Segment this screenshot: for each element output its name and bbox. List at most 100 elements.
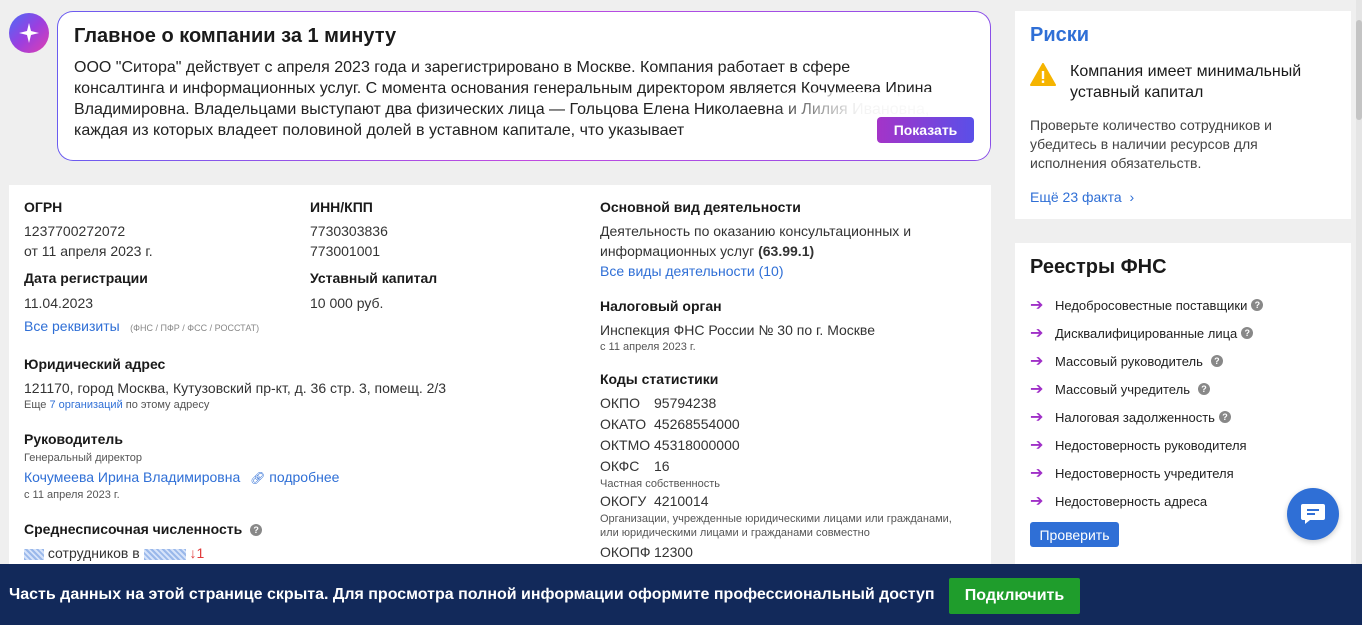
hidden-value-blob	[24, 548, 44, 560]
page-scrollbar[interactable]	[1356, 0, 1362, 625]
ogrn-label: ОГРН	[24, 199, 63, 215]
fns-item-label: Недостоверность учредителя	[1055, 465, 1234, 481]
risk-description: Проверьте количество сотрудников и убеди…	[1030, 117, 1272, 171]
okato-row: ОКАТО 45268554000	[600, 414, 980, 435]
help-icon[interactable]: ?	[1218, 411, 1231, 423]
fns-item-mass-director[interactable]: ➔ Массовый руководитель?	[1030, 347, 1336, 375]
all-requisites-row: Все реквизиты (ФНС / ПФР / ФСС / РОССТАТ…	[24, 316, 584, 336]
director-row: Кочумеева Ирина Владимировна 🔗︎ подробне…	[24, 467, 584, 488]
okogu-row: ОКОГУ 4210014	[600, 491, 980, 512]
help-icon[interactable]: ?	[1241, 327, 1254, 339]
okato-value: 45268554000	[654, 416, 740, 432]
okopf-value: 12300	[654, 544, 693, 560]
arrow-right-icon: ➔	[1030, 465, 1044, 482]
all-activities-link[interactable]: Все виды деятельности (10)	[600, 261, 980, 281]
okopf-key: ОКОПФ	[600, 544, 651, 560]
ai-summary-card: Главное о компании за 1 минуту ООО "Сито…	[57, 11, 991, 161]
okogu-note: Организации, учрежденные юридическими ли…	[600, 513, 952, 539]
capital-label: Уставный капитал	[310, 270, 438, 286]
fns-item-founder-unreliability[interactable]: ➔ Недостоверность учредителя	[1030, 459, 1336, 487]
arrow-right-icon: ➔	[1030, 353, 1044, 370]
subscribe-button[interactable]: Подключить	[949, 578, 1080, 614]
ogrn-value: 1237700272072	[24, 223, 126, 239]
stats-codes-label: Коды статистики	[600, 371, 719, 387]
arrow-right-icon: ➔	[1030, 409, 1044, 426]
more-facts-link[interactable]: Ещё 23 факта ›	[1030, 189, 1336, 205]
arrow-right-icon: ➔	[1030, 325, 1044, 342]
director-label: Руководитель	[24, 431, 123, 447]
oktmo-value: 45318000000	[654, 437, 740, 453]
address-label: Юридический адрес	[24, 356, 166, 372]
fns-item-mass-founder[interactable]: ➔ Массовый учредитель?	[1030, 375, 1336, 403]
help-icon[interactable]: ?	[1251, 299, 1264, 311]
paywall-banner: Часть данных на этой странице скрыта. Дл…	[0, 564, 1362, 625]
all-requisites-link[interactable]: Все реквизиты	[24, 318, 120, 334]
fns-title: Реестры ФНС	[1030, 256, 1167, 278]
hidden-year-blob	[143, 548, 186, 560]
fns-item-disqualified[interactable]: ➔ Дисквалифицированные лица?	[1030, 319, 1336, 347]
address-more-suffix: по этому адресу	[125, 399, 210, 411]
risks-title[interactable]: Риски	[1030, 24, 1336, 47]
okfs-note: Частная собственность	[600, 478, 721, 490]
okfs-value: 16	[654, 458, 670, 474]
reg-date-label: Дата регистрации	[24, 270, 148, 286]
paywall-text: Часть данных на этой странице скрыта. Дл…	[9, 585, 935, 603]
help-icon[interactable]: ?	[250, 524, 263, 537]
arrow-right-icon: ➔	[1030, 297, 1044, 314]
more-facts-text: Ещё 23 факта	[1030, 189, 1122, 205]
reg-date-value: 11.04.2023	[24, 295, 94, 311]
scrollbar-thumb[interactable]	[1356, 20, 1362, 120]
chat-icon	[1301, 504, 1325, 524]
ogrn-date: от 11 апреля 2023 г.	[24, 243, 153, 259]
company-requisites-card: ОГРН 1237700272072 от 11 апреля 2023 г. …	[9, 185, 991, 575]
address-more-prefix: Еще	[24, 399, 47, 411]
fns-item-label: Недобросовестные поставщики	[1055, 297, 1248, 313]
headcount-label: Среднесписочная численность	[24, 521, 243, 537]
address-more: Еще 7 организаций по этому адресу	[24, 398, 584, 412]
chat-button[interactable]	[1287, 488, 1339, 540]
capital-value: 10 000 руб.	[310, 295, 384, 311]
main-activity-text: Деятельность по оказанию консультационны…	[600, 223, 912, 259]
address-orgs-link[interactable]: 7 организаций	[49, 399, 122, 411]
director-name-link[interactable]: Кочумеева Ирина Владимировна	[24, 469, 240, 485]
main-activity-label: Основной вид деятельности	[600, 199, 801, 215]
okpo-value: 95794238	[654, 395, 717, 411]
director-role: Генеральный директор	[24, 452, 142, 464]
headcount-value: сотрудников в ↓1	[24, 543, 584, 563]
help-icon[interactable]: ?	[1197, 383, 1210, 395]
fns-item-label: Недостоверность адреса	[1055, 493, 1208, 509]
inn-label: ИНН/КПП	[310, 199, 373, 215]
director-date: с 11 апреля 2023 г.	[24, 489, 120, 501]
fns-item-label: Массовый руководитель	[1055, 353, 1203, 369]
main-activity-value: Деятельность по оказанию консультационны…	[600, 221, 930, 261]
fns-item-label: Дисквалифицированные лица	[1055, 325, 1238, 341]
all-requisites-note: (ФНС / ПФР / ФСС / РОССТАТ)	[130, 323, 260, 333]
okpo-row: ОКПО 95794238	[600, 393, 980, 414]
show-summary-button[interactable]: Показать	[877, 117, 974, 143]
link-icon: 🔗︎	[250, 471, 266, 485]
headcount-text: сотрудников в	[47, 545, 140, 561]
okogu-key: ОКОГУ	[600, 493, 647, 509]
risk-warning-text: Компания имеет минимальный уставный капи…	[1070, 63, 1302, 101]
fns-item-director-unreliability[interactable]: ➔ Недостоверность руководителя	[1030, 431, 1336, 459]
okfs-key: ОКФС	[600, 458, 640, 474]
help-icon[interactable]: ?	[1210, 355, 1223, 367]
tax-authority-label: Налоговый орган	[600, 298, 722, 314]
risk-warning: Компания имеет минимальный уставный капи…	[1030, 61, 1336, 103]
fns-item-tax-debt[interactable]: ➔ Налоговая задолженность?	[1030, 403, 1336, 431]
tax-authority-value: Инспекция ФНС России № 30 по г. Москве	[600, 322, 875, 338]
fns-item-label: Недостоверность руководителя	[1055, 437, 1247, 453]
arrow-right-icon: ➔	[1030, 381, 1044, 398]
director-more-link[interactable]: 🔗︎ подробнее	[250, 469, 339, 485]
kpp-value: 773001001	[310, 243, 381, 259]
headcount-row: Среднесписочная численность ?	[24, 520, 584, 538]
oktmo-row: ОКТМО 45318000000	[600, 435, 980, 456]
fns-item-label: Массовый учредитель	[1055, 381, 1190, 397]
ai-sparkle-icon	[9, 13, 49, 53]
director-more-text: подробнее	[269, 469, 340, 485]
okato-key: ОКАТО	[600, 416, 647, 432]
fns-item-unfair-suppliers[interactable]: ➔ Недобросовестные поставщики?	[1030, 291, 1336, 319]
check-button[interactable]: Проверить	[1030, 522, 1119, 547]
tax-authority-date: с 11 апреля 2023 г.	[600, 341, 696, 353]
risks-card: Риски Компания имеет минимальный уставны…	[1015, 11, 1351, 219]
